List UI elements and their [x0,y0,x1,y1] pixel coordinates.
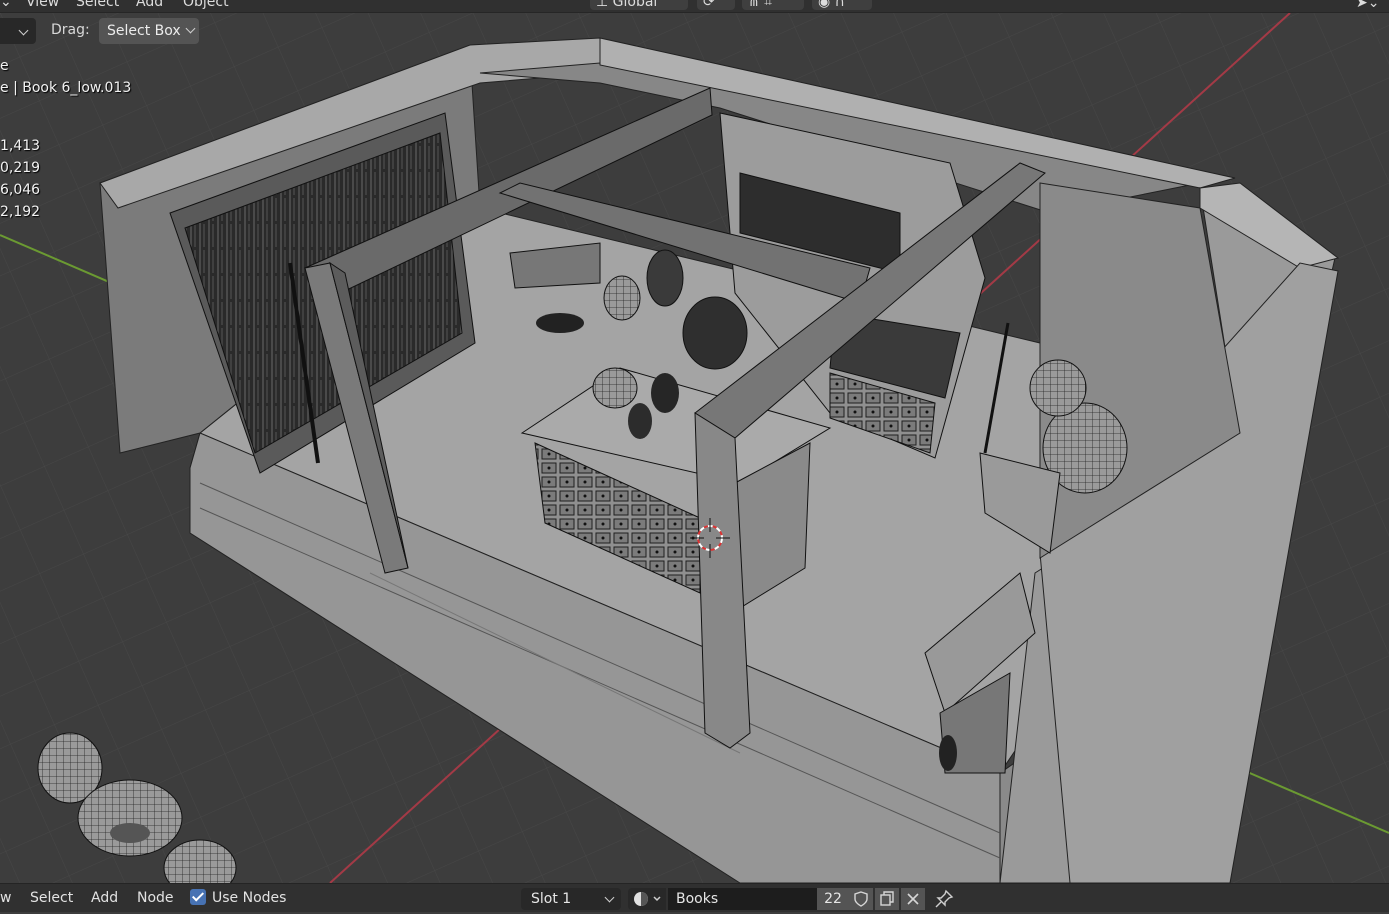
use-nodes-label: Use Nodes [212,890,287,906]
menu-add[interactable]: Add [136,0,163,10]
menu-add[interactable]: Add [91,890,118,906]
drag-dropdown[interactable]: Select Box [99,18,199,44]
fake-user-shield-icon [854,891,868,907]
overlay-stat-vertices: 0,219 [0,160,41,176]
proportional-icon: ◉ ∩ [818,0,845,10]
snap-icon: ⋔ ⌗ [748,0,773,10]
menu-object[interactable]: Object [183,0,229,10]
chevron-down-icon [18,25,29,36]
overlay-stat-objects: 1,413 [0,138,41,154]
select-mode-dropdown[interactable] [0,18,36,44]
menu-select[interactable]: Select [30,890,73,906]
unlink-material-button[interactable] [901,888,925,910]
stray-bowl [77,779,183,857]
drag-label: Drag: [51,22,90,38]
use-nodes-checkbox[interactable] [190,889,206,905]
overlay-selection-text: e | Book 6_low.013 [0,80,132,96]
header-mode-chevron[interactable]: ⌄ [0,0,12,10]
pivot-icon: ⟳ [703,0,715,10]
snap-toggle[interactable]: ⋔ ⌗ [742,0,804,10]
drag-value: Select Box [107,23,181,39]
menu-select[interactable]: Select [76,0,119,10]
overlay-stat-edges: 6,046 [0,182,41,198]
pin-icon [935,889,954,908]
tool-settings-bar: Drag: Select Box [0,13,1389,49]
scene-render [0,13,1389,883]
transform-orientation-icon: ⊥ [596,0,609,10]
slot-dropdown[interactable]: Slot 1 [521,888,621,910]
orientation-value: Global [612,0,658,10]
viewport-header: ⌄ View Select Add Object ⊥ Global ⟳ ⋔ ⌗ … [0,0,1389,13]
material-browse-button[interactable] [628,888,666,910]
duplicate-icon [880,891,894,906]
shader-editor-header: w Select Add Node Use Nodes Slot 1 Books… [0,883,1389,912]
material-users-count[interactable]: 22 [817,888,849,910]
menu-node[interactable]: Node [137,890,174,906]
overlay-mode-text: e [0,58,9,74]
pin-button[interactable] [934,889,956,909]
slot-value: Slot 1 [531,891,572,907]
pivot-dropdown[interactable]: ⟳ [697,0,735,10]
transform-orientation-dropdown[interactable]: ⊥ Global [590,0,688,10]
select-cursor-icon[interactable]: ➤⌄ [1356,0,1379,11]
overlay-stat-faces: 2,192 [0,204,41,220]
chevron-down-icon [185,23,196,34]
3d-viewport[interactable] [0,13,1389,883]
duplicate-material-button[interactable] [875,888,899,910]
proportional-edit-toggle[interactable]: ◉ ∩ [812,0,872,10]
material-sphere-icon [634,892,661,906]
menu-view-partial[interactable]: w [0,890,11,906]
close-icon [907,893,919,905]
menu-view[interactable]: View [26,0,59,10]
chevron-down-icon [604,892,615,903]
material-name-field[interactable]: Books [668,888,817,910]
fake-user-button[interactable] [849,888,873,910]
